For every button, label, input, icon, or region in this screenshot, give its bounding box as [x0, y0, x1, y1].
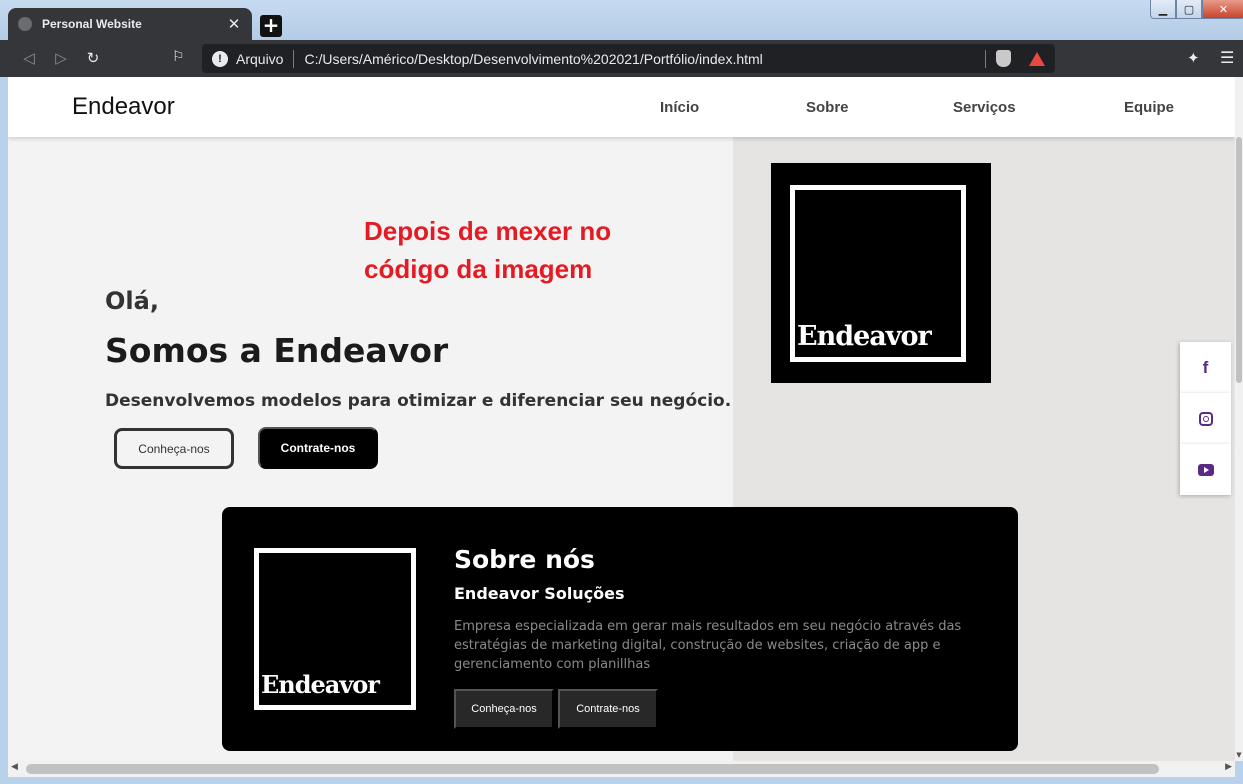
- youtube-icon: [1197, 463, 1214, 476]
- youtube-button[interactable]: [1180, 444, 1231, 495]
- about-title: Sobre nós: [454, 545, 595, 574]
- annotation-line: Depois de mexer no: [364, 216, 612, 246]
- page-viewport: Endeavor Início Sobre Serviços Equipe De…: [8, 77, 1235, 761]
- back-icon[interactable]: ◁: [19, 49, 39, 67]
- about-contrate-nos-button[interactable]: Contrate-nos: [558, 689, 658, 729]
- vertical-scroll-thumb[interactable]: [1236, 137, 1242, 383]
- site-brand[interactable]: Endeavor: [72, 93, 175, 121]
- address-scheme: Arquivo: [236, 50, 284, 67]
- address-bar[interactable]: ! Arquivo C:/Users/Américo/Desktop/Desen…: [202, 44, 1055, 73]
- bat-icon[interactable]: [1029, 51, 1045, 66]
- new-tab-button[interactable]: +: [260, 15, 282, 37]
- about-logo-image: Endeavor: [254, 548, 416, 710]
- instagram-button[interactable]: [1180, 393, 1231, 444]
- close-tab-icon[interactable]: ✕: [226, 15, 242, 33]
- scroll-right-icon[interactable]: ▶: [1225, 762, 1232, 772]
- bookmark-icon[interactable]: ⚐: [172, 49, 185, 65]
- address-url[interactable]: C:/Users/Américo/Desktop/Desenvolvimento…: [304, 51, 985, 67]
- horizontal-scrollbar[interactable]: ◀ ▶: [8, 761, 1235, 777]
- about-conheca-nos-button[interactable]: Conheça-nos: [454, 689, 554, 729]
- browser-toolbar: ◁ ▷ ↻ ⚐ ! Arquivo C:/Users/Américo/Deskt…: [0, 40, 1243, 77]
- brave-shield-icon[interactable]: [996, 50, 1011, 67]
- conheca-nos-button[interactable]: Conheça-nos: [114, 428, 234, 469]
- logo-text: Endeavor: [261, 670, 380, 699]
- menu-icon[interactable]: ☰: [1220, 48, 1234, 67]
- about-description: Empresa especializada em gerar mais resu…: [454, 619, 962, 672]
- about-subtitle: Endeavor Soluções: [454, 584, 625, 603]
- hero-logo-image: Endeavor: [771, 163, 991, 383]
- vertical-scrollbar[interactable]: ▼: [1235, 77, 1243, 761]
- scroll-down-icon[interactable]: ▼: [1235, 751, 1243, 759]
- scroll-left-icon[interactable]: ◀: [11, 762, 18, 772]
- tab-title: Personal Website: [42, 17, 142, 31]
- annotation-text: Depois de mexer no código da imagem: [364, 212, 611, 288]
- site-navbar: Endeavor Início Sobre Serviços Equipe: [8, 77, 1235, 137]
- extensions-icon[interactable]: ✦: [1187, 49, 1200, 67]
- facebook-button[interactable]: f: [1180, 342, 1231, 393]
- address-separator: [293, 49, 295, 68]
- instagram-icon: [1198, 411, 1213, 426]
- logo-text: Endeavor: [797, 321, 932, 352]
- forward-icon[interactable]: ▷: [51, 49, 71, 67]
- close-window-button[interactable]: ✕: [1202, 0, 1243, 19]
- maximize-button[interactable]: ▢: [1176, 0, 1202, 19]
- info-icon[interactable]: !: [212, 50, 228, 67]
- nav-link-inicio[interactable]: Início: [660, 99, 699, 116]
- about-card: Endeavor Sobre nós Endeavor Soluções Emp…: [222, 507, 1018, 751]
- horizontal-scroll-thumb[interactable]: [26, 764, 1159, 774]
- reload-icon[interactable]: ↻: [83, 49, 103, 67]
- annotation-line: código da imagem: [364, 254, 593, 284]
- address-separator: [985, 49, 986, 68]
- nav-link-equipe[interactable]: Equipe: [1124, 99, 1174, 116]
- contrate-nos-button[interactable]: Contrate-nos: [258, 427, 378, 469]
- nav-link-sobre[interactable]: Sobre: [806, 99, 849, 116]
- nav-link-servicos[interactable]: Serviços: [953, 99, 1016, 116]
- browser-tab[interactable]: Personal Website ✕: [8, 8, 252, 40]
- globe-icon: [18, 17, 32, 31]
- window-titlebar: Personal Website ✕ + ▁ ▢ ✕: [0, 0, 1243, 40]
- facebook-icon: f: [1202, 357, 1209, 377]
- hero-headline: Somos a Endeavor: [105, 331, 449, 370]
- minimize-button[interactable]: ▁: [1150, 0, 1176, 19]
- hero-tagline: Desenvolvemos modelos para otimizar e di…: [105, 391, 732, 411]
- hero-greeting: Olá,: [105, 287, 159, 315]
